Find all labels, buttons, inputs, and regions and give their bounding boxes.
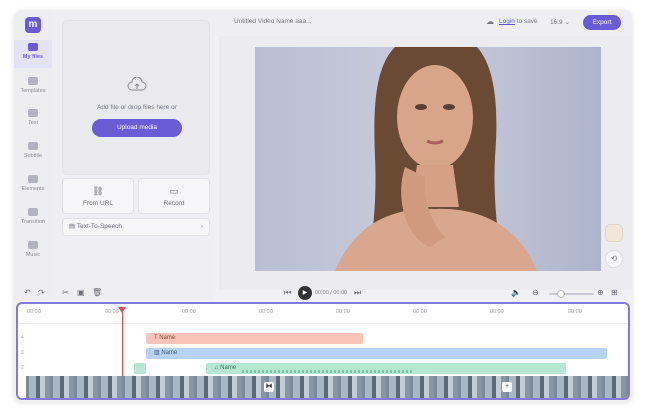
redo-icon[interactable]: ↷ (38, 288, 45, 297)
playhead[interactable] (122, 308, 123, 378)
drop-instructions: Add file or drop files here or (97, 104, 177, 111)
subtitle-icon (28, 142, 38, 150)
sidebar-item-label: Music (25, 252, 41, 258)
sidebar-item-elements[interactable]: Elements (14, 172, 52, 200)
templates-icon (28, 77, 38, 85)
play-button[interactable]: ▶ (298, 286, 312, 300)
text-to-speech-button[interactable]: ▤ Text-To-Speech › (62, 218, 210, 236)
transition-icon[interactable]: ⧓ (264, 382, 274, 392)
delete-icon[interactable]: 🗑 (92, 288, 102, 297)
folder-icon (28, 43, 38, 51)
sidebar-item-text[interactable]: Text (14, 106, 52, 134)
text-icon (28, 109, 38, 117)
sidebar-item-transition[interactable]: Transition (14, 205, 52, 233)
login-link[interactable]: Login (499, 18, 515, 25)
editor-window: m My files Templates Text Subtitle Eleme… (14, 10, 632, 402)
preview-stage (219, 36, 632, 290)
time-tick: 00:00 (490, 309, 504, 315)
sidebar-item-label: Templates (20, 88, 46, 94)
record-icon: ▭ (169, 186, 179, 196)
refresh-icon[interactable]: ⟲ (605, 250, 623, 268)
track-number: 3 (21, 350, 24, 356)
sidebar-item-label: My files (22, 54, 44, 60)
track-number: 4 (21, 335, 24, 341)
sidebar-item-my-files[interactable]: My files (14, 40, 52, 68)
zoom-in-icon[interactable]: ⊕ (597, 288, 604, 297)
track-number: 2 (21, 365, 24, 371)
preview-image[interactable] (255, 47, 601, 271)
clip-label: Name (161, 350, 178, 356)
zoom-slider[interactable] (549, 290, 594, 298)
media-panel: Add file or drop files here or Upload me… (52, 10, 214, 300)
edit-toolbar: ↶ ↷ ✂ ▣ 🗑 ⏮ ▶ 00:00 / 00:00 ⏭ 🔈 ⊖ ⊕ ⊞ (14, 286, 632, 302)
transition-icon (28, 208, 38, 216)
fit-timeline-icon[interactable]: ⊞ (611, 288, 618, 297)
brand-kit-button[interactable] (605, 224, 623, 242)
aspect-ratio-value: 16:9 (550, 19, 563, 26)
time-tick: 00:00 (413, 309, 427, 315)
drop-zone[interactable]: Add file or drop files here or Upload me… (62, 20, 210, 175)
export-button[interactable]: Export (583, 15, 621, 30)
video-track[interactable]: ⧓ + (26, 376, 628, 398)
duplicate-icon[interactable]: ▣ (77, 288, 85, 297)
chevron-right-icon: › (200, 223, 203, 230)
time-ruler[interactable]: 00:00 00:00 00:00 00:00 00:00 00:00 00:0… (18, 304, 628, 324)
audio-clip-small[interactable] (134, 363, 146, 374)
link-icon: ⛓ (92, 186, 104, 196)
login-prompt: Login to save (499, 18, 538, 25)
text-clip[interactable]: T Name (146, 333, 363, 344)
from-url-label: From URL (83, 200, 113, 207)
skip-back-icon[interactable]: ⏮ (284, 288, 291, 298)
audio-clip[interactable]: ♫ Name (206, 363, 566, 374)
time-tick: 00:00 (568, 309, 582, 315)
chevron-down-icon: ⌄ (564, 19, 570, 26)
zoom-slider-handle[interactable] (557, 290, 565, 298)
cloud-upload-icon (127, 77, 147, 91)
audio-waveform (242, 370, 412, 373)
record-button[interactable]: ▭ Record (138, 178, 210, 214)
sidebar-item-music[interactable]: Music (14, 238, 52, 266)
elements-icon (28, 175, 38, 183)
image-clip[interactable]: ▨ Name (146, 348, 607, 359)
tts-label: Text-To-Speech (76, 223, 123, 230)
upload-media-button[interactable]: Upload media (92, 119, 182, 137)
sidebar-item-subtitle[interactable]: Subtitle (14, 139, 52, 167)
add-clip-icon[interactable]: + (502, 382, 512, 392)
undo-icon[interactable]: ↶ (24, 288, 31, 297)
sidebar-item-label: Text (27, 120, 39, 126)
zoom-out-icon[interactable]: ⊖ (532, 288, 539, 297)
timeline[interactable]: 00:00 00:00 00:00 00:00 00:00 00:00 00:0… (16, 302, 630, 400)
time-tick: 00:00 (336, 309, 350, 315)
volume-icon[interactable]: 🔈 (511, 288, 521, 297)
clip-label: Name (220, 365, 237, 371)
top-bar: Untitled Video Name aaa... ☁ Login to sa… (214, 10, 632, 36)
split-icon[interactable]: ✂ (62, 288, 69, 297)
project-title[interactable]: Untitled Video Name aaa... (234, 18, 312, 25)
cloud-off-icon: ☁ (486, 17, 494, 26)
sidebar: m My files Templates Text Subtitle Eleme… (14, 10, 52, 300)
time-tick: 00:00 (27, 309, 41, 315)
portrait-photo (255, 47, 601, 271)
login-suffix: to save (516, 18, 538, 25)
sidebar-item-label: Subtitle (23, 153, 43, 159)
sidebar-item-templates[interactable]: Templates (14, 74, 52, 102)
time-tick: 00:00 (182, 309, 196, 315)
time-tick: 00:00 (259, 309, 273, 315)
time-tick: 00:00 (105, 309, 119, 315)
app-logo[interactable]: m (25, 17, 41, 33)
sidebar-item-label: Transition (21, 219, 45, 225)
music-icon (28, 241, 38, 249)
timecode: 00:00 / 00:00 (315, 290, 348, 296)
aspect-ratio-select[interactable]: 16:9 ⌄ (550, 18, 570, 26)
sidebar-item-label: Elements (21, 186, 45, 192)
clip-label: Name (159, 335, 176, 341)
skip-forward-icon[interactable]: ⏭ (354, 288, 361, 298)
from-url-button[interactable]: ⛓ From URL (62, 178, 134, 214)
speech-icon: ▤ (69, 223, 77, 230)
record-label: Record (163, 200, 185, 207)
